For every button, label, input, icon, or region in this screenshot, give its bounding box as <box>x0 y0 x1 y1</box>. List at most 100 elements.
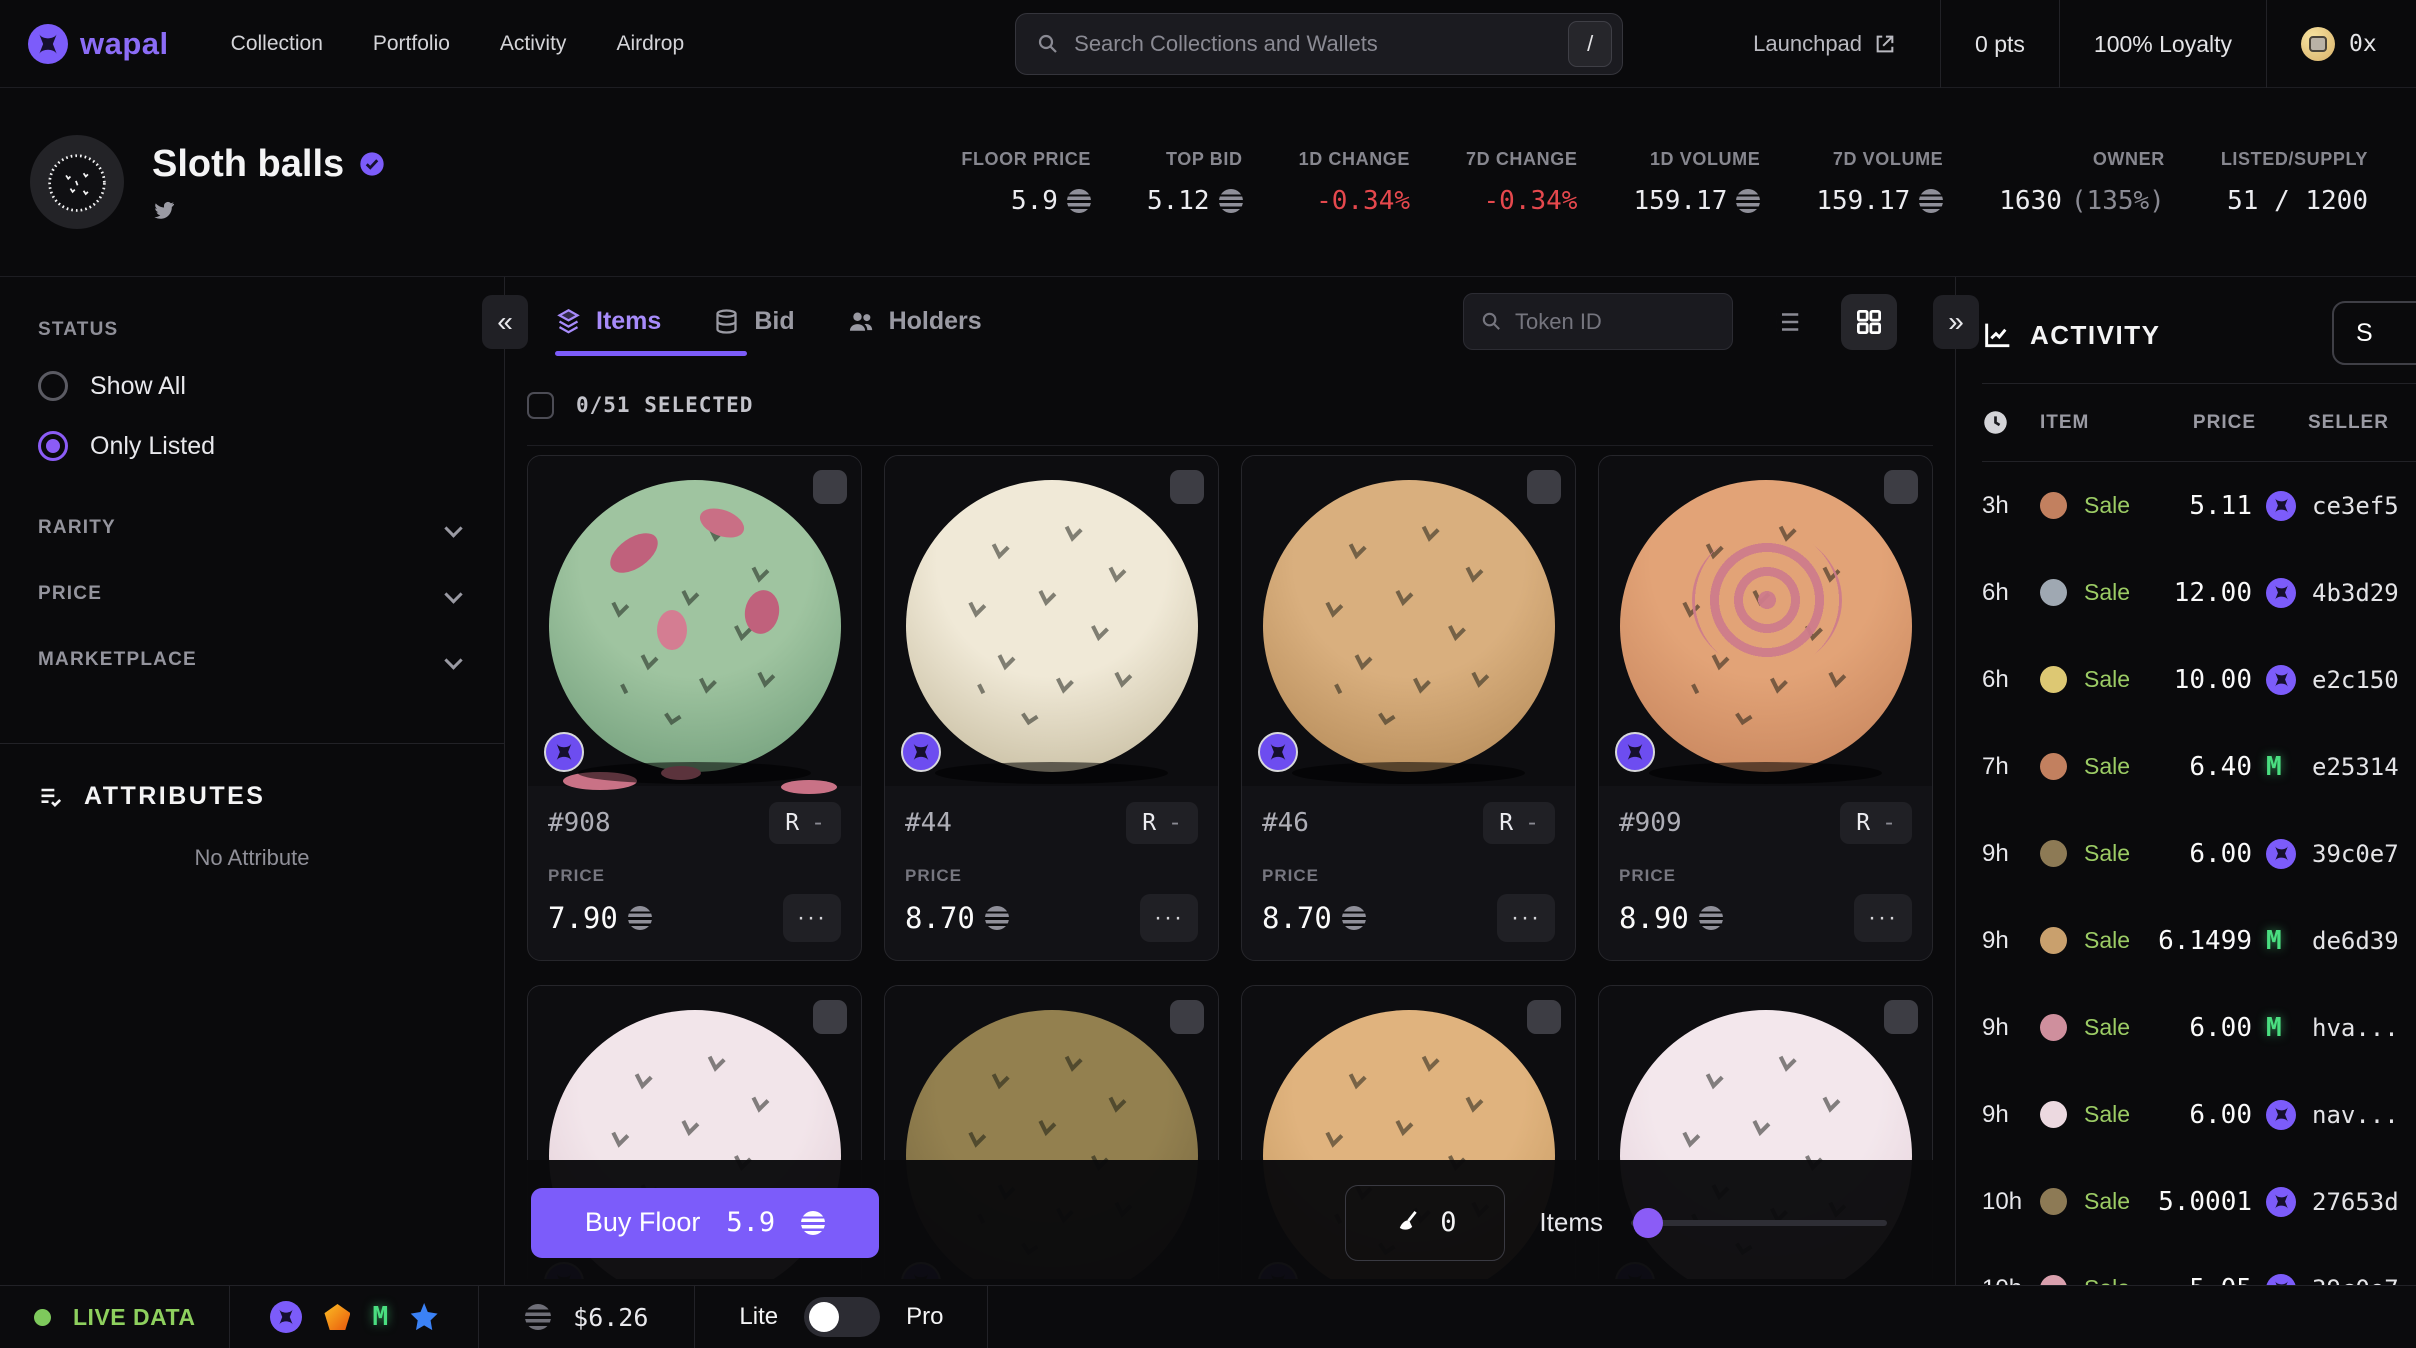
token-id-search[interactable] <box>1463 293 1733 350</box>
radio-on-icon[interactable] <box>38 431 68 461</box>
price-label: PRICE <box>548 866 605 885</box>
furball-art <box>1262 480 1555 784</box>
more-options-button[interactable]: ··· <box>783 894 841 942</box>
nft-card[interactable]: #44 R- PRICE 8.70 ··· <box>884 455 1219 961</box>
wallet-button[interactable]: 0x <box>2266 0 2416 88</box>
toggle-knob[interactable] <box>809 1302 840 1332</box>
points-badge[interactable]: 0 pts <box>1940 0 2059 88</box>
card-checkbox[interactable] <box>1884 470 1918 504</box>
activity-row[interactable]: 7h Sale 6.40 M e25314 <box>1982 723 2416 810</box>
tradeport-marketplace-icon[interactable] <box>410 1303 438 1331</box>
stat-listed-supply: LISTED/SUPPLY 51 / 1200 <box>2221 149 2368 216</box>
rank-value: - <box>1168 810 1182 836</box>
collapse-sidebar-button[interactable]: « <box>482 295 528 349</box>
activity-time: 6h <box>1982 578 2009 606</box>
nav-activity[interactable]: Activity <box>500 32 567 56</box>
nav-portfolio[interactable]: Portfolio <box>373 32 450 56</box>
radio-label: Only Listed <box>90 431 216 460</box>
collection-header: Sloth balls FLOOR PRICE 5.9 TOP BID 5.12… <box>0 88 2416 277</box>
select-all-checkbox[interactable] <box>527 391 554 419</box>
grid-view-button[interactable] <box>1841 293 1897 350</box>
nft-card[interactable]: #46 R- PRICE 8.70 ··· <box>1241 455 1576 961</box>
card-checkbox[interactable] <box>1170 470 1204 504</box>
rarity-badge[interactable]: R- <box>1483 802 1555 844</box>
lite-pro-toggle[interactable] <box>804 1297 881 1337</box>
apt-coin-icon <box>525 1304 552 1330</box>
activity-row[interactable]: 10h Sale 5.0001 M 27653d <box>1982 1158 2416 1245</box>
price-value: 7.90 <box>548 901 618 935</box>
chevron-down-icon <box>444 650 463 670</box>
card-checkbox[interactable] <box>1527 470 1561 504</box>
filter-section-marketplace[interactable]: MARKETPLACE <box>38 649 466 671</box>
activity-row[interactable]: 6h Sale 12.00 M 4b3d29 <box>1982 549 2416 636</box>
collapse-activity-button[interactable]: » <box>1933 295 1979 349</box>
more-options-button[interactable]: ··· <box>1854 894 1912 942</box>
card-checkbox[interactable] <box>813 470 847 504</box>
more-options-button[interactable]: ··· <box>1497 894 1555 942</box>
nft-card[interactable]: #909 R- PRICE 8.90 ··· <box>1598 455 1933 961</box>
stat-1d-change: 1D CHANGE -0.34% <box>1299 149 1410 216</box>
nav-collection[interactable]: Collection <box>231 32 323 56</box>
section-label: MARKETPLACE <box>38 649 197 670</box>
activity-filter-button[interactable]: S <box>2332 301 2416 365</box>
wapal-logo[interactable]: wapal <box>28 23 169 64</box>
twitter-icon[interactable] <box>152 198 386 222</box>
search-icon <box>1480 310 1503 333</box>
token-id-input[interactable] <box>1515 308 1716 335</box>
filter-section-rarity[interactable]: RARITY <box>38 517 466 539</box>
mercato-marketplace-icon[interactable]: M <box>372 1302 388 1332</box>
apt-coin-icon <box>1341 906 1366 930</box>
filter-only-listed[interactable]: Only Listed <box>38 431 466 461</box>
tab-bid[interactable]: Bid <box>713 307 795 336</box>
activity-row[interactable]: 6h Sale 10.00 M e2c150 <box>1982 636 2416 723</box>
card-checkbox[interactable] <box>1884 1000 1918 1034</box>
radio-off-icon[interactable] <box>38 371 68 401</box>
selection-count: 0/51 SELECTED <box>576 393 754 417</box>
activity-row[interactable]: 9h Sale 6.00 M nav... <box>1982 1071 2416 1158</box>
seller-address: de6d39 <box>2312 926 2399 955</box>
rarity-badge[interactable]: R- <box>1840 802 1912 844</box>
more-options-button[interactable]: ··· <box>1140 894 1198 942</box>
token-id: #909 <box>1619 808 1682 838</box>
filter-show-all[interactable]: Show All <box>38 371 466 401</box>
buy-floor-price: 5.9 <box>726 1207 776 1238</box>
rarity-badge[interactable]: R- <box>1126 802 1198 844</box>
activity-row[interactable]: 9h Sale 6.00 M hva... <box>1982 984 2416 1071</box>
apt-usd-price: $6.26 <box>573 1302 649 1332</box>
tab-holders[interactable]: Holders <box>847 307 982 336</box>
buy-floor-button[interactable]: Buy Floor 5.9 <box>531 1187 879 1258</box>
collection-avatar[interactable] <box>30 135 124 229</box>
activity-row[interactable]: 9h Sale 6.00 M 39c0e7 <box>1982 810 2416 897</box>
item-thumbnail <box>2040 840 2067 867</box>
activity-row[interactable]: 3h Sale 5.11 M ce3ef5 <box>1982 462 2416 549</box>
broom-icon <box>1394 1209 1422 1237</box>
activity-price: 5.05 <box>2154 1274 2266 1286</box>
card-checkbox[interactable] <box>1527 1000 1561 1034</box>
activity-row[interactable]: 10h Sale 5.05 M 39c0e7 <box>1982 1245 2416 1285</box>
live-data-status: LIVE DATA <box>0 1286 231 1348</box>
wapal-marketplace-icon <box>2266 1273 2296 1285</box>
wapal-marketplace-icon[interactable] <box>270 1301 303 1333</box>
slider-thumb[interactable] <box>1633 1207 1663 1238</box>
filter-section-price[interactable]: PRICE <box>38 583 466 605</box>
activity-time: 10h <box>1982 1275 2040 1286</box>
tab-items[interactable]: Items <box>555 307 661 336</box>
global-search[interactable]: / <box>1015 12 1624 75</box>
activity-row[interactable]: 9h Sale 6.1499 M de6d39 <box>1982 897 2416 984</box>
card-checkbox[interactable] <box>1170 1000 1204 1034</box>
event-type: Sale <box>2084 1014 2131 1040</box>
card-checkbox[interactable] <box>813 1000 847 1034</box>
search-input[interactable] <box>1074 30 1555 57</box>
account-boxes: 0 pts 100% Loyalty 0x <box>1940 0 2416 88</box>
sweep-counter[interactable]: 0 <box>1345 1184 1506 1261</box>
list-view-button[interactable] <box>1759 294 1815 350</box>
item-thumbnail <box>2040 1275 2067 1285</box>
nft-card[interactable]: #908 R- PRICE 7.90 ··· <box>527 455 862 961</box>
launchpad-link[interactable]: Launchpad <box>1753 31 1896 57</box>
loyalty-badge[interactable]: 100% Loyalty <box>2058 0 2266 88</box>
rarity-badge[interactable]: R- <box>769 802 841 844</box>
items-slider[interactable] <box>1631 1207 1887 1238</box>
nav-airdrop[interactable]: Airdrop <box>616 32 684 56</box>
token-id: #908 <box>548 808 611 838</box>
topaz-marketplace-icon[interactable] <box>324 1304 351 1330</box>
